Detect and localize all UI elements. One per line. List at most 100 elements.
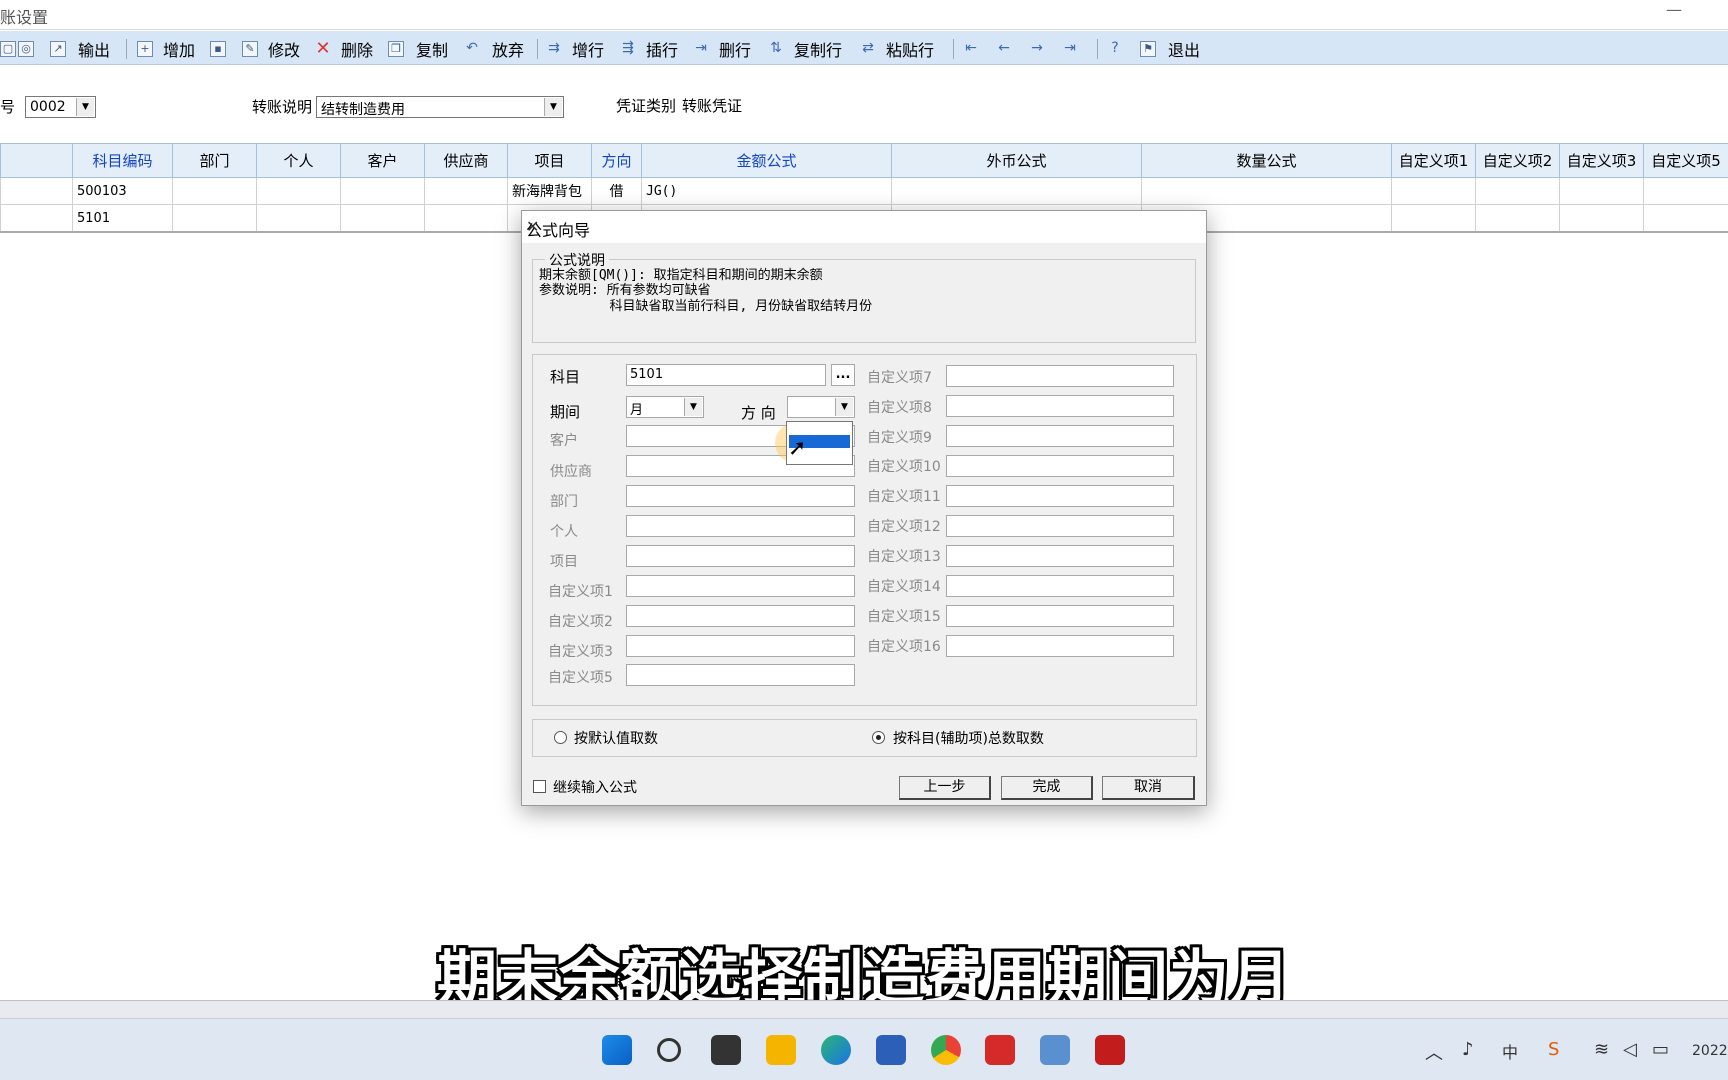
grid-cell[interactable]	[172, 204, 257, 232]
continue-input-checkbox[interactable]	[533, 780, 546, 793]
period-select[interactable]: 月 ▼	[626, 396, 704, 418]
grid-cell[interactable]	[891, 177, 1142, 205]
custom1-input[interactable]	[626, 575, 855, 597]
grid-cell[interactable]	[424, 204, 508, 232]
subject-input[interactable]: 5101	[626, 364, 826, 386]
file-explorer-icon[interactable]	[766, 1035, 796, 1065]
remote-desktop-icon[interactable]	[1040, 1035, 1070, 1065]
prev-record-button[interactable]: ←	[996, 37, 1012, 61]
custom10-input[interactable]	[946, 455, 1174, 477]
first-record-button[interactable]: ⇤	[963, 37, 979, 61]
custom16-input[interactable]	[946, 635, 1174, 657]
grid-cell[interactable]	[340, 204, 425, 232]
column-header-amount-formula[interactable]: 金额公式	[641, 143, 892, 178]
grid-cell[interactable]: 5101	[72, 204, 173, 232]
grid-cell[interactable]	[424, 177, 508, 205]
copy-row-button[interactable]: ⇅ 复制行	[768, 37, 842, 61]
grid-cell[interactable]	[1141, 177, 1392, 205]
close-icon[interactable]: ✕	[526, 217, 1196, 236]
custom5-input[interactable]	[626, 664, 855, 686]
grid-cell[interactable]	[1643, 204, 1728, 232]
discard-button[interactable]: ↶ 放弃	[464, 37, 524, 61]
column-header-supplier[interactable]: 供应商	[424, 143, 508, 178]
clock[interactable]: 2022	[1692, 1043, 1728, 1059]
start-icon[interactable]	[602, 1035, 632, 1065]
column-header-dept[interactable]: 部门	[172, 143, 257, 178]
table-row[interactable]: 500103 新海牌背包 借 JG()	[0, 177, 1728, 205]
export-button[interactable]: ↗ 输出	[50, 37, 110, 61]
custom12-input[interactable]	[946, 515, 1174, 537]
grid-cell[interactable]	[0, 177, 73, 205]
wps-icon[interactable]	[985, 1035, 1015, 1065]
custom13-input[interactable]	[946, 545, 1174, 567]
radio-default[interactable]	[554, 731, 567, 744]
wifi-icon[interactable]: ≋	[1594, 1039, 1609, 1060]
grid-cell[interactable]	[256, 204, 341, 232]
minimize-button[interactable]: —	[1666, 0, 1682, 19]
delete-button[interactable]: ✕ 删除	[315, 37, 373, 61]
add-button[interactable]: + 增加	[137, 37, 195, 61]
column-header-custom1[interactable]: 自定义项1	[1391, 143, 1476, 178]
column-header-custom3[interactable]: 自定义项3	[1559, 143, 1644, 178]
column-header-qty-formula[interactable]: 数量公式	[1141, 143, 1392, 178]
finish-button[interactable]: 完成	[1001, 776, 1093, 800]
custom14-input[interactable]	[946, 575, 1174, 597]
person-input[interactable]	[626, 515, 855, 537]
project-input[interactable]	[626, 545, 855, 567]
grid-cell[interactable]	[0, 204, 73, 232]
custom8-input[interactable]	[946, 395, 1174, 417]
help-button[interactable]: ?	[1107, 37, 1123, 61]
grid-cell[interactable]	[256, 177, 341, 205]
grid-cell[interactable]	[1475, 177, 1560, 205]
custom3-input[interactable]	[626, 635, 855, 657]
store-icon[interactable]	[876, 1035, 906, 1065]
custom7-input[interactable]	[946, 365, 1174, 387]
search-icon[interactable]	[657, 1038, 681, 1062]
task-view-icon[interactable]	[711, 1035, 741, 1065]
accounting-app-icon[interactable]	[1095, 1035, 1125, 1065]
custom11-input[interactable]	[946, 485, 1174, 507]
grid-cell[interactable]	[1643, 177, 1728, 205]
copy-button[interactable]: ❐ 复制	[388, 37, 448, 61]
column-header-project[interactable]: 项目	[507, 143, 592, 178]
insert-row-button[interactable]: ⇶ 插行	[620, 37, 678, 61]
column-header-subject-code[interactable]: 科目编码	[72, 143, 173, 178]
battery-icon[interactable]: ▭	[1652, 1039, 1669, 1060]
delete-row-button[interactable]: ⇥ 删行	[693, 37, 751, 61]
next-record-button[interactable]: →	[1029, 37, 1045, 61]
custom9-input[interactable]	[946, 425, 1174, 447]
cancel-button[interactable]: 取消	[1102, 776, 1195, 800]
description-select[interactable]: 结转制造费用 ▼	[316, 96, 564, 118]
column-header-customer[interactable]: 客户	[340, 143, 425, 178]
column-header-person[interactable]: 个人	[256, 143, 341, 178]
edge-icon[interactable]	[821, 1035, 851, 1065]
grid-cell[interactable]: 500103	[72, 177, 173, 205]
custom2-input[interactable]	[626, 605, 855, 627]
custom15-input[interactable]	[946, 605, 1174, 627]
dept-input[interactable]	[626, 485, 855, 507]
voucher-no-select[interactable]: 0002 ▼	[25, 96, 96, 118]
subject-browse-button[interactable]: ...	[831, 364, 855, 386]
grid-cell[interactable]: 新海牌背包	[507, 177, 592, 205]
chrome-icon[interactable]	[931, 1035, 961, 1065]
print-button[interactable]: ▢	[0, 37, 16, 61]
column-header[interactable]	[0, 143, 73, 178]
chevron-up-icon[interactable]: ︿	[1425, 1039, 1443, 1065]
grid-cell[interactable]	[172, 177, 257, 205]
grid-cell[interactable]: JG()	[641, 177, 892, 205]
column-header-custom5[interactable]: 自定义项5	[1643, 143, 1728, 178]
column-header-custom2[interactable]: 自定义项2	[1475, 143, 1560, 178]
column-header-direction[interactable]: 方向	[591, 143, 642, 178]
column-header-fx-formula[interactable]: 外币公式	[891, 143, 1142, 178]
modify-button[interactable]: ✎ 修改	[242, 37, 300, 61]
grid-cell[interactable]	[1475, 204, 1560, 232]
prev-button[interactable]: 上一步	[899, 776, 991, 800]
grid-cell[interactable]	[1391, 177, 1476, 205]
microphone-icon[interactable]: ♪	[1462, 1039, 1474, 1060]
exit-button[interactable]: ⚑ 退出	[1140, 37, 1200, 61]
save-button[interactable]: ▪	[210, 37, 226, 61]
add-row-button[interactable]: ⇉ 增行	[546, 37, 604, 61]
direction-select[interactable]: ▼	[787, 396, 855, 418]
grid-cell[interactable]	[1559, 204, 1644, 232]
radio-subject-total[interactable]	[872, 731, 885, 744]
